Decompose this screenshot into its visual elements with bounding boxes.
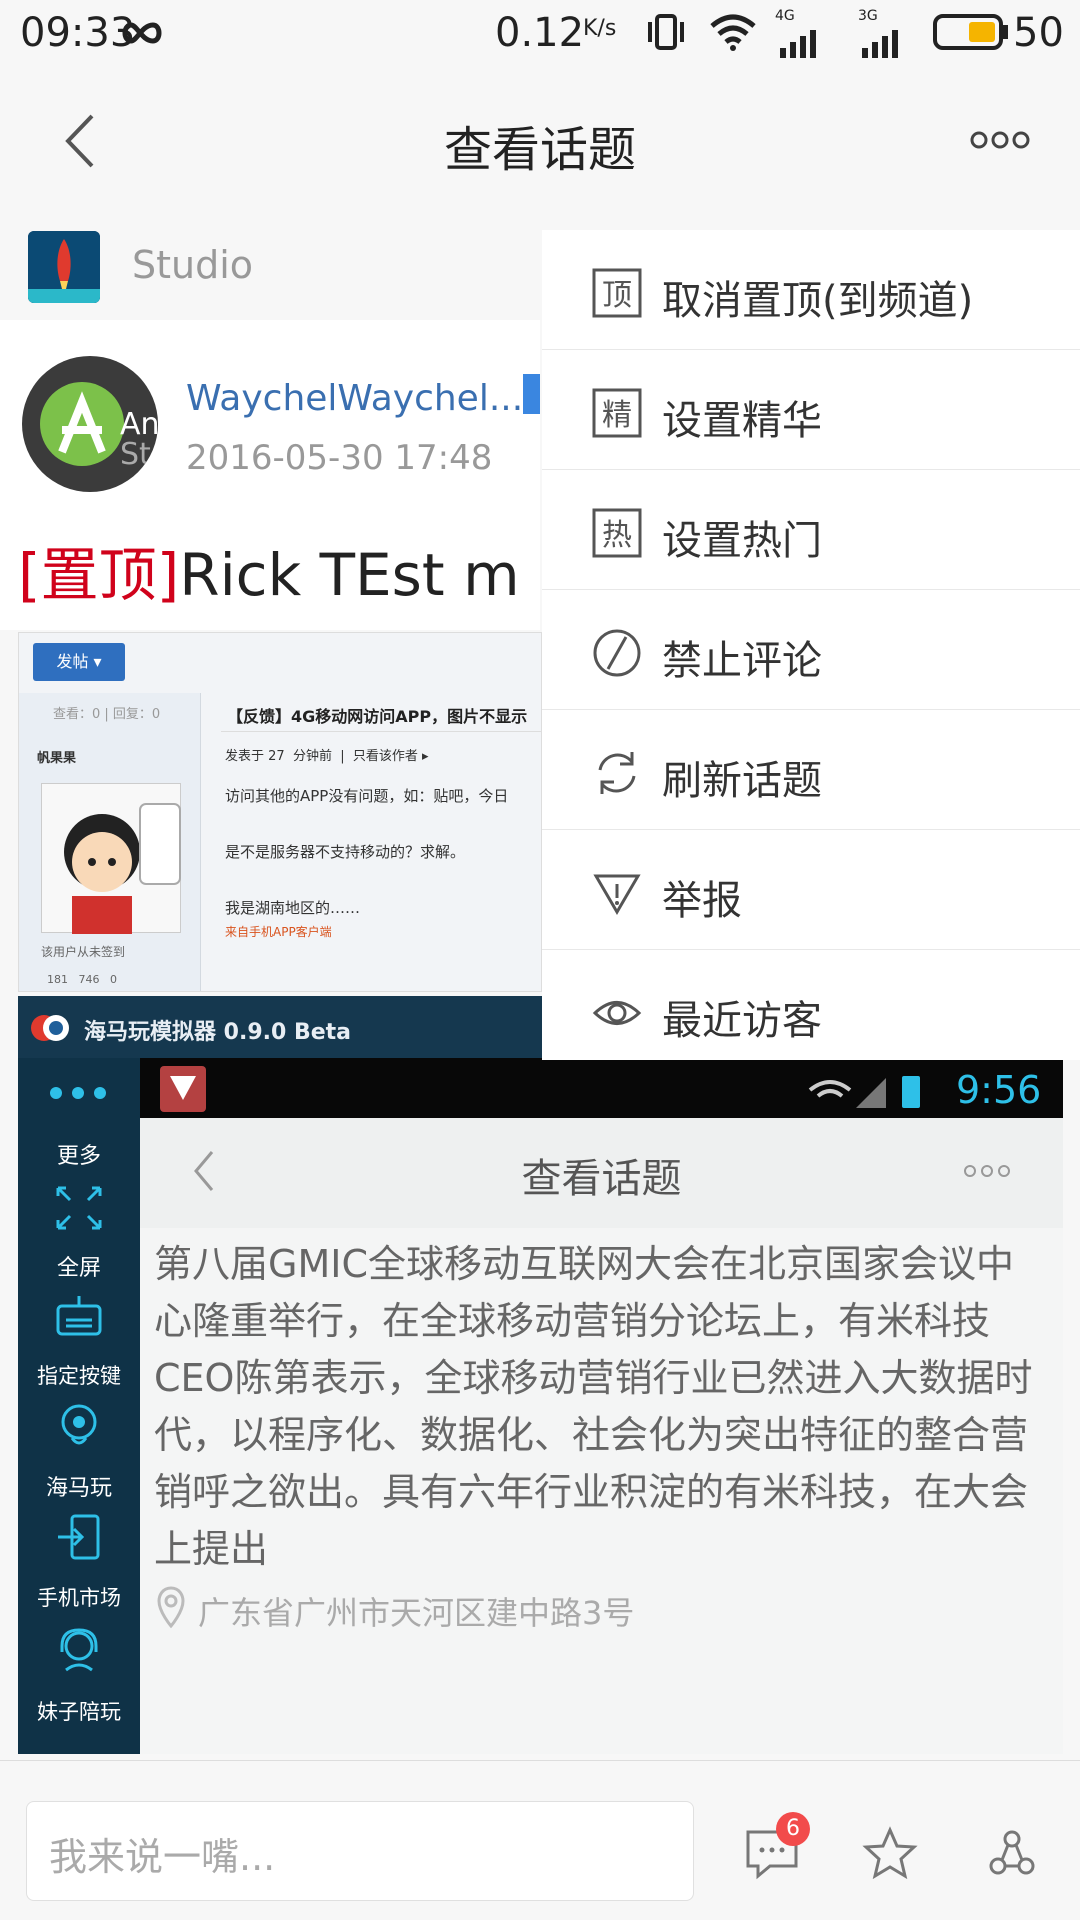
channel-logo xyxy=(28,231,100,303)
menu-item-refresh[interactable]: 刷新话题 xyxy=(542,710,1080,830)
emulated-more-icon xyxy=(962,1161,1012,1181)
report-icon xyxy=(592,868,642,918)
menu-item-disable-comments[interactable]: 禁止评论 xyxy=(542,590,1080,710)
status-time: 09:33 xyxy=(20,10,136,56)
post-title: [置顶]Rick TEst m xyxy=(18,528,520,612)
menu-label: 设置精华 xyxy=(662,398,822,444)
post-card: An St WaychelWaychel... 2016-05-30 17:48 … xyxy=(0,320,540,630)
author-name[interactable]: WaychelWaychel... xyxy=(186,378,523,419)
more-button[interactable] xyxy=(970,120,1030,160)
thread-line-3: 我是湖南地区的…… xyxy=(225,899,361,917)
eye-icon xyxy=(592,988,642,1038)
author-badge xyxy=(523,374,540,414)
pin-icon: 顶 xyxy=(592,268,642,318)
signal-3g-icon xyxy=(860,22,904,68)
market-icon xyxy=(54,1512,104,1562)
menu-label: 禁止评论 xyxy=(662,638,822,684)
side-haimawan: 海马玩 xyxy=(45,1476,112,1501)
page-title: 查看话题 xyxy=(443,122,636,178)
emulated-clock: 9:56 xyxy=(956,1068,1042,1112)
menu-label: 最近访客 xyxy=(662,998,822,1044)
divider xyxy=(221,731,541,732)
top-bar: 查看话题 xyxy=(0,70,1080,215)
menu-label: 刷新话题 xyxy=(662,758,822,804)
menu-label: 举报 xyxy=(662,878,742,924)
thread-line-2: 是不是服务器不支持移动的？求解。 xyxy=(225,843,466,861)
svg-text:St: St xyxy=(120,437,151,472)
menu-label: 取消置顶(到频道) xyxy=(662,278,974,324)
rocket-icon xyxy=(28,231,100,303)
net-speed: 0.12 xyxy=(495,10,585,56)
headset-icon xyxy=(54,1624,104,1674)
side-fullscreen: 全屏 xyxy=(56,1256,101,1281)
location-pin-icon xyxy=(156,1584,186,1630)
android-studio-icon: AnSt xyxy=(40,382,158,472)
emulator-title: 海马玩模拟器 0.9.0 Beta xyxy=(84,1020,352,1045)
side-companion: 妹子陪玩 xyxy=(37,1700,121,1724)
essence-icon: 精 xyxy=(592,388,642,438)
comment-count-badge: 6 xyxy=(776,1812,810,1846)
more-dots-icon xyxy=(970,131,1030,149)
keyboard-icon xyxy=(54,1292,104,1342)
svg-text:顶: 顶 xyxy=(602,278,632,313)
emulated-title: 查看话题 xyxy=(521,1156,682,1202)
post-title-text: Rick TEst m xyxy=(179,541,520,609)
svg-text:热: 热 xyxy=(602,518,632,553)
view-stats: 查看：0 | 回复：0 xyxy=(53,707,161,722)
post-image-2[interactable]: 海马玩模拟器 0.9.0 Beta 更多 全屏 指定按键 海马玩 手机市场 妹子… xyxy=(18,996,1063,1754)
battery-icon xyxy=(933,14,1009,60)
favorite-button[interactable] xyxy=(862,1826,918,1882)
menu-item-hot[interactable]: 热 设置热门 xyxy=(542,470,1080,590)
share-button[interactable] xyxy=(984,1826,1040,1882)
forum-avatar xyxy=(41,783,181,934)
comment-placeholder: 我来说一嘴... xyxy=(49,1835,276,1879)
fullscreen-icon xyxy=(54,1184,104,1232)
dropdown-menu: 顶 取消置顶(到频道) 精 设置精华 热 设置热门 禁止评论 刷新话题 举报 最… xyxy=(542,230,1080,1060)
channel-name: Studio xyxy=(132,243,254,287)
infinity-icon xyxy=(120,12,164,58)
svg-text:精: 精 xyxy=(602,398,632,433)
wifi-icon xyxy=(708,12,758,62)
post-date: 2016-05-30 17:48 xyxy=(186,438,493,478)
thread-source: 来自手机APP客户端 xyxy=(225,925,332,939)
emulated-location: 广东省广州市天河区建中路3号 xyxy=(198,1594,635,1632)
thread-line-1: 访问其他的APP没有问题，如：贴吧，今日 xyxy=(225,787,509,805)
channel-row[interactable]: Studio xyxy=(0,215,540,320)
menu-label: 设置热门 xyxy=(662,518,822,564)
side-keymap: 指定按键 xyxy=(37,1364,121,1388)
vibrate-icon xyxy=(645,12,687,62)
net-speed-unit: K/s xyxy=(583,16,617,41)
refresh-icon xyxy=(592,748,642,798)
post-button: 发帖 ▾ xyxy=(33,643,125,681)
menu-item-report[interactable]: 举报 xyxy=(542,830,1080,950)
emulated-content: 第八届GMIC全球移动互联网大会在北京国家会议中心隆重举行，在全球移动营销分论坛… xyxy=(154,1242,1033,1571)
post-image-1[interactable]: 发帖 ▾ 查看：0 | 回复：0 帆果果 该用户从未签到 181 746 0 【… xyxy=(18,632,542,992)
side-more: 更多 xyxy=(56,1144,101,1169)
avatar[interactable]: An St xyxy=(22,356,158,492)
emulator-logo-icon xyxy=(30,1010,70,1046)
forum-username: 帆果果 xyxy=(37,751,77,766)
forbidden-icon xyxy=(592,628,642,678)
thread-title: 【反馈】4G移动网访问APP，图片不显示 xyxy=(227,707,528,726)
more-dots-icon xyxy=(38,1078,118,1108)
app-notification-icon xyxy=(160,1066,206,1112)
seahorse-icon xyxy=(54,1400,104,1450)
cartoon-avatar-icon xyxy=(64,803,181,934)
menu-item-essence[interactable]: 精 设置精华 xyxy=(542,350,1080,470)
menu-item-visitors[interactable]: 最近访客 xyxy=(542,950,1080,1070)
emulated-signal-icons xyxy=(806,1072,926,1112)
status-bar: 09:33 0.12 K/s 4G 3G 50 xyxy=(0,0,1080,70)
share-icon xyxy=(989,1830,1035,1875)
battery-level: 50 xyxy=(1013,10,1064,56)
not-signed: 该用户从未签到 xyxy=(41,945,126,959)
pinned-tag: [置顶] xyxy=(18,541,180,609)
signal-4g-icon xyxy=(778,22,822,68)
menu-item-unpin[interactable]: 顶 取消置顶(到频道) xyxy=(542,230,1080,350)
forum-counts: 181 746 0 xyxy=(47,973,117,986)
comment-input[interactable]: 我来说一嘴... xyxy=(26,1801,694,1901)
star-icon xyxy=(862,1826,918,1880)
thread-meta: 发表于 27 分钟前 | 只看该作者 ▸ xyxy=(225,749,429,764)
hot-icon: 热 xyxy=(592,508,642,558)
side-market: 手机市场 xyxy=(37,1586,121,1610)
